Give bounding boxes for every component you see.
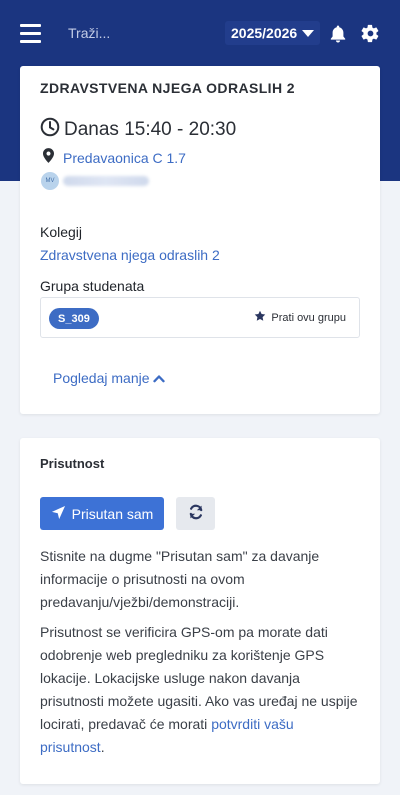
hamburger-icon[interactable] — [20, 24, 41, 43]
attendance-title: Prisutnost — [40, 456, 105, 471]
caret-down-icon — [302, 29, 315, 37]
star-icon — [254, 310, 266, 325]
gps-info-text: Prisutnost se verificira GPS-om pa morat… — [40, 624, 358, 732]
group-box: S_309 Prati ovu grupu — [40, 297, 360, 338]
session-time-text: Danas 15:40 - 20:30 — [64, 118, 237, 140]
lecturer: MV — [41, 172, 149, 190]
refresh-button[interactable] — [176, 497, 215, 530]
attendance-card: Prisutnost Prisutan sam Stisnite na dugm… — [20, 438, 380, 784]
show-less-label: Pogledaj manje — [53, 370, 150, 386]
lecturer-name-redacted — [63, 176, 149, 186]
gps-info: Prisutnost se verificira GPS-om pa morat… — [40, 621, 362, 759]
search-input[interactable] — [60, 18, 210, 48]
group-label: Grupa studenata — [40, 278, 145, 294]
course-label: Kolegij — [40, 224, 83, 240]
avatar: MV — [41, 172, 59, 190]
mark-present-button[interactable]: Prisutan sam — [40, 497, 164, 530]
gps-info-end: . — [100, 739, 105, 755]
session-card: ZDRAVSTVENA NJEGA ODRASLIH 2 Danas 15:40… — [20, 66, 380, 414]
academic-year-selector[interactable]: 2025/2026 — [225, 21, 321, 45]
show-less-link[interactable]: Pogledaj manje — [53, 370, 165, 386]
course-title: ZDRAVSTVENA NJEGA ODRASLIH 2 — [40, 80, 295, 96]
follow-group-label: Prati ovu grupu — [271, 311, 346, 324]
attendance-instructions: Stisnite na dugme "Prisutan sam" za dava… — [40, 548, 320, 610]
room-link[interactable]: Predavaonica C 1.7 — [63, 150, 186, 166]
top-bar: 2025/2026 — [0, 0, 400, 66]
location-arrow-icon — [51, 505, 66, 523]
academic-year-value: 2025/2026 — [231, 25, 298, 41]
session-room: Predavaonica C 1.7 — [43, 148, 186, 168]
group-badge[interactable]: S_309 — [49, 308, 99, 329]
follow-group-button[interactable]: Prati ovu grupu — [254, 310, 346, 325]
map-marker-icon — [43, 148, 54, 168]
refresh-icon — [188, 504, 204, 523]
bell-icon[interactable] — [329, 24, 347, 48]
chevron-up-icon — [152, 370, 165, 386]
mark-present-label: Prisutan sam — [71, 505, 154, 522]
clock-icon — [40, 117, 60, 142]
session-time: Danas 15:40 - 20:30 — [40, 117, 236, 142]
gear-icon[interactable] — [361, 24, 380, 48]
course-link[interactable]: Zdravstvena njega odraslih 2 — [40, 247, 220, 263]
